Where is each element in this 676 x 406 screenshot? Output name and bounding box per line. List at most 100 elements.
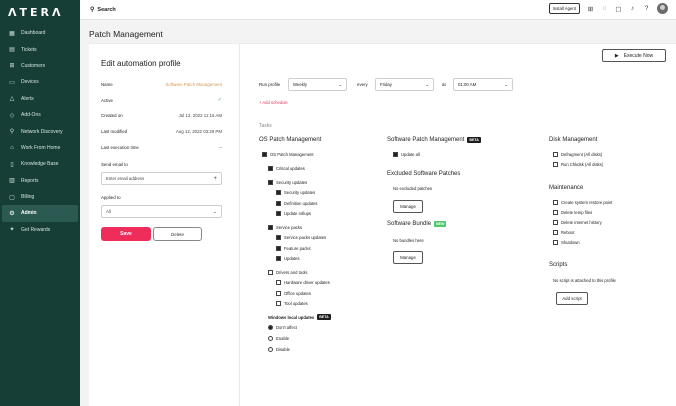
- checkbox-box[interactable]: [268, 180, 273, 185]
- checkbox-label: Defragment (All disks): [561, 152, 603, 157]
- checkbox-box[interactable]: [276, 190, 281, 195]
- time-select[interactable]: 01:00 AM ⌄: [453, 78, 513, 91]
- checkbox-box[interactable]: [553, 152, 558, 157]
- defragment-checkbox[interactable]: Defragment (All disks): [553, 152, 602, 157]
- wlu-dont-affect-radio[interactable]: Don't affect: [268, 325, 297, 330]
- lightbulb-icon[interactable]: ◌: [600, 4, 609, 13]
- frequency-select[interactable]: Weekly ⌄: [288, 78, 347, 91]
- checkbox-box[interactable]: [268, 270, 273, 275]
- alert-icon: △: [9, 96, 15, 103]
- definition-updates-checkbox[interactable]: Definition updates: [276, 201, 318, 206]
- checkbox-box[interactable]: [262, 152, 267, 157]
- radio-button[interactable]: [268, 336, 273, 341]
- add-schedule-link[interactable]: + Add schedule: [259, 100, 288, 105]
- scripts-title: Scripts: [549, 262, 568, 268]
- update-all-checkbox[interactable]: Update all: [393, 152, 420, 157]
- checkbox-box[interactable]: [268, 225, 273, 230]
- user-avatar[interactable]: [657, 3, 668, 14]
- service-packs-checkbox[interactable]: Service packs: [268, 225, 302, 230]
- search-box[interactable]: ⚲ Search: [90, 6, 116, 14]
- checkbox-box[interactable]: [553, 240, 558, 245]
- wlu-disable-radio[interactable]: Disable: [268, 347, 290, 352]
- checkbox-label: Service packs: [276, 225, 303, 230]
- wlu-enable-radio[interactable]: Enable: [268, 336, 289, 341]
- checkbox-box[interactable]: [553, 230, 558, 235]
- sidebar-item-add-ons[interactable]: ◇ Add-Ons: [2, 107, 78, 123]
- checkbox-label: OS Patch Management: [270, 152, 314, 157]
- security-updates-checkbox[interactable]: Security updates: [268, 180, 307, 185]
- applied-to-select[interactable]: All ⌄: [101, 205, 222, 218]
- chat-icon[interactable]: ▢: [614, 4, 623, 13]
- critical-updates-checkbox[interactable]: Critical updates: [268, 166, 305, 171]
- restore-point-checkbox[interactable]: Create system restore point: [553, 200, 612, 205]
- checkbox-box[interactable]: [276, 301, 281, 306]
- checkbox-box[interactable]: [276, 291, 281, 296]
- manage-excluded-button[interactable]: Manage: [393, 200, 423, 213]
- sidebar-item-devices[interactable]: ▭ Devices: [2, 74, 78, 90]
- checkbox-label: Shutdown: [561, 240, 580, 245]
- shutdown-checkbox[interactable]: Shutdown: [553, 240, 580, 245]
- email-field[interactable]: Enter email address +: [101, 172, 222, 185]
- checkbox-label: Create system restore point: [561, 200, 613, 205]
- help-icon[interactable]: ?: [642, 4, 651, 13]
- tool-updates-checkbox[interactable]: Tool updates: [276, 301, 308, 306]
- sidebar-item-get-rewards[interactable]: ✦ Get Rewards: [2, 222, 78, 238]
- name-label: Name: [101, 82, 113, 87]
- hardware-driver-checkbox[interactable]: Hardware driver updates: [276, 280, 330, 285]
- office-updates-checkbox[interactable]: Office updates: [276, 291, 311, 296]
- checkbox-box[interactable]: [276, 280, 281, 285]
- feature-packs-checkbox[interactable]: Feature packs: [276, 246, 311, 251]
- manage-bundle-button[interactable]: Manage: [393, 251, 423, 264]
- sidebar-item-work-from-home[interactable]: ⌂ Work From Home: [2, 140, 78, 156]
- checkbox-box[interactable]: [276, 235, 281, 240]
- sidebar-item-billing[interactable]: ▢ Billing: [2, 189, 78, 205]
- service-packs-updates-checkbox[interactable]: Service packs updates: [276, 235, 326, 240]
- radio-button[interactable]: [268, 325, 273, 330]
- save-button[interactable]: Save: [101, 227, 151, 241]
- atera-logo[interactable]: ΛTERΛ: [0, 0, 80, 24]
- sidebar-item-customers[interactable]: ⊞ Customers: [2, 58, 78, 74]
- install-agent-button[interactable]: Install Agent: [548, 3, 580, 14]
- checkbox-box[interactable]: [268, 166, 273, 171]
- delete-history-checkbox[interactable]: Delete internet history: [553, 220, 602, 225]
- search-label: Search: [97, 6, 116, 13]
- checkbox-box[interactable]: [393, 152, 398, 157]
- os-patch-root-checkbox[interactable]: OS Patch Management: [262, 152, 314, 157]
- checkbox-box[interactable]: [276, 256, 281, 261]
- frequency-value: Weekly: [293, 82, 308, 87]
- bell-icon[interactable]: ♪: [628, 4, 637, 13]
- run-profile-label: Run profile: [259, 82, 281, 87]
- checkbox-box[interactable]: [553, 220, 558, 225]
- sidebar-item-alerts[interactable]: △ Alerts: [2, 91, 78, 107]
- drivers-tools-checkbox[interactable]: Drivers and tools: [268, 270, 307, 275]
- execute-now-button[interactable]: ▶ Execute Now: [602, 49, 666, 62]
- checkbox-box[interactable]: [553, 162, 558, 167]
- plus-icon[interactable]: +: [213, 176, 217, 182]
- updates-checkbox[interactable]: Updates: [276, 256, 300, 261]
- devices-icon: ▭: [9, 79, 15, 86]
- sidebar-item-dashboard[interactable]: ▦ Dashboard: [2, 25, 78, 41]
- delete-temp-checkbox[interactable]: Delete temp files: [553, 210, 592, 215]
- checkbox-label: Delete internet history: [561, 220, 602, 225]
- add-icon[interactable]: ⊞: [586, 4, 595, 13]
- sidebar-item-network-discovery[interactable]: ⚲ Network Discovery: [2, 123, 78, 139]
- chkdsk-checkbox[interactable]: Run Chkdsk (All disks): [553, 162, 603, 167]
- sidebar-item-reports[interactable]: ▥ Reports: [2, 173, 78, 189]
- send-email-label: Send email to: [101, 162, 128, 167]
- checkbox-box[interactable]: [553, 210, 558, 215]
- checkbox-box[interactable]: [276, 211, 281, 216]
- day-select[interactable]: Friday ⌄: [375, 78, 434, 91]
- security-sub-checkbox[interactable]: Security updates: [276, 190, 315, 195]
- sidebar-item-knowledge-base[interactable]: ▯ Knowledge Base: [2, 156, 78, 172]
- reboot-checkbox[interactable]: Reboot: [553, 230, 575, 235]
- update-rollups-checkbox[interactable]: Update rollups: [276, 211, 311, 216]
- sidebar-item-admin[interactable]: ⚙ Admin: [2, 205, 78, 222]
- checkbox-box[interactable]: [276, 201, 281, 206]
- radio-button[interactable]: [268, 347, 273, 352]
- checkbox-box[interactable]: [553, 200, 558, 205]
- exec-row: Last execution time –: [101, 145, 222, 150]
- sidebar-item-tickets[interactable]: ▤ Tickets: [2, 41, 78, 57]
- add-script-button[interactable]: Add script: [556, 292, 588, 305]
- delete-button[interactable]: Delete: [153, 227, 202, 241]
- checkbox-box[interactable]: [276, 246, 281, 251]
